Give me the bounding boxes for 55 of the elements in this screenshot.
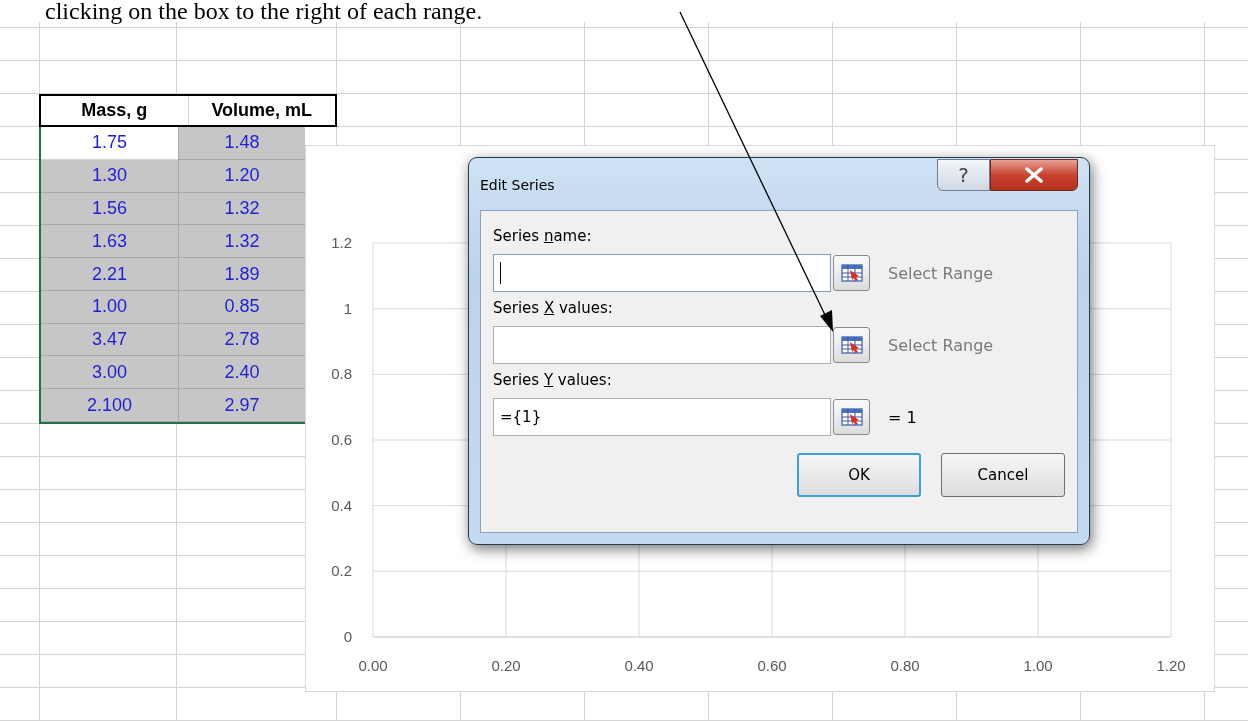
table-cell[interactable]: 2.78 <box>178 323 305 357</box>
table-cell[interactable]: 1.89 <box>178 258 305 291</box>
table-arrow-icon <box>840 264 863 282</box>
table-cell[interactable]: 2.40 <box>178 356 305 390</box>
field-label: Series name: <box>493 227 593 245</box>
table-cell[interactable]: 2.21 <box>41 258 178 291</box>
input-field[interactable] <box>493 254 831 292</box>
table-cell[interactable]: 2.97 <box>178 389 305 423</box>
tick-label: 0.2 <box>331 562 352 580</box>
select-range-button[interactable] <box>833 327 870 363</box>
select-range-button[interactable] <box>833 399 870 435</box>
table-cell[interactable]: 2.100 <box>41 389 178 423</box>
tick-label: 0.20 <box>491 657 521 674</box>
field-label: Series X values: <box>493 299 614 317</box>
close-button[interactable] <box>990 159 1078 191</box>
tick-label: 0.4 <box>331 496 352 514</box>
table-cell[interactable]: 1.56 <box>41 192 178 226</box>
table-cell[interactable]: 1.30 <box>41 159 178 193</box>
input-field[interactable] <box>493 326 831 364</box>
select-range-button[interactable] <box>833 255 870 291</box>
range-note: Select Range <box>888 263 994 283</box>
table-cell[interactable]: 3.00 <box>41 356 178 390</box>
tick-label: 0.60 <box>757 657 787 674</box>
field-label: Series Y values: <box>493 371 613 389</box>
tick-label: 1.20 <box>1156 657 1186 674</box>
table-cell[interactable]: 1.00 <box>41 290 178 324</box>
tick-label: 0 <box>343 628 352 645</box>
input-field[interactable]: ={1} <box>493 398 831 436</box>
tick-label: 0.6 <box>331 431 352 448</box>
table-arrow-icon <box>840 336 863 354</box>
cancel-button[interactable]: Cancel <box>941 453 1065 497</box>
table-arrow-icon <box>840 408 863 426</box>
table-cell[interactable]: 1.32 <box>178 192 305 226</box>
dialog-title: Edit Series <box>480 177 555 193</box>
tick-label: 0.40 <box>624 657 654 674</box>
range-note: = 1 <box>888 407 917 427</box>
column-header: Volume, mL <box>187 96 335 125</box>
table-cell[interactable]: 1.63 <box>41 225 178 259</box>
tick-label: 0.80 <box>890 657 920 674</box>
help-button[interactable]: ? <box>937 159 990 191</box>
table-cell[interactable]: 1.32 <box>178 225 305 259</box>
range-note: Select Range <box>888 335 994 355</box>
table-cell[interactable]: 1.20 <box>178 159 305 193</box>
tick-label: 1.2 <box>331 234 352 251</box>
tick-label: 0.8 <box>331 365 352 383</box>
tick-label: 0.00 <box>358 657 388 674</box>
table-cell[interactable]: 0.85 <box>178 290 305 324</box>
document-text: clicking on the box to the right of each range. <box>44 0 484 22</box>
tick-label: 1 <box>343 299 352 317</box>
ok-button[interactable]: OK <box>797 453 921 497</box>
table-cell[interactable]: 1.48 <box>178 127 305 160</box>
tick-label: 1.00 <box>1023 657 1053 674</box>
table-cell[interactable]: 3.47 <box>41 323 178 357</box>
column-header: Mass, g <box>80 99 149 122</box>
close-icon <box>1024 167 1044 183</box>
